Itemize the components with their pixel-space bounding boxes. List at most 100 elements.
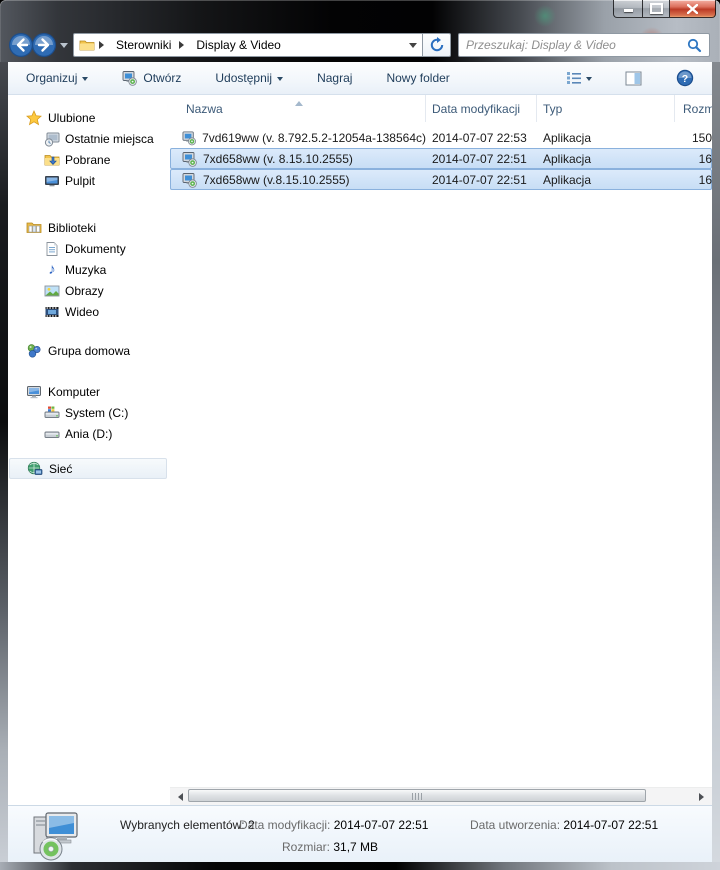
breadcrumb-arrow-icon bbox=[99, 41, 108, 49]
drive-icon bbox=[44, 426, 60, 442]
search-icon[interactable] bbox=[687, 38, 702, 53]
navigation-bar: Sterowniki Display & Video Przeszukaj: D… bbox=[8, 31, 714, 59]
file-row[interactable]: 7xd658ww (v. 8.15.10.2555) 2014-07-07 22… bbox=[170, 148, 712, 169]
explorer-window: Sterowniki Display & Video Przeszukaj: D… bbox=[0, 0, 720, 870]
modified-label: Data modyfikacji: bbox=[239, 818, 331, 832]
sidebar-label: Komputer bbox=[48, 384, 101, 399]
sidebar-item-desktop[interactable]: Pulpit bbox=[8, 170, 170, 191]
file-modified: 2014-07-07 22:51 bbox=[432, 151, 527, 166]
sidebar-label: Dokumenty bbox=[65, 241, 126, 256]
breadcrumb-arrow-icon bbox=[179, 41, 188, 49]
breadcrumb-item-sterowniki[interactable]: Sterowniki bbox=[112, 35, 175, 55]
sidebar-label: Pobrane bbox=[65, 152, 111, 167]
refresh-button[interactable] bbox=[423, 33, 451, 57]
refresh-icon bbox=[430, 37, 443, 52]
details-pane: Wybranych elementów: 2 Data modyfikacji:… bbox=[8, 805, 712, 862]
desktop-icon bbox=[44, 173, 60, 189]
file-list-empty-area[interactable] bbox=[170, 190, 712, 787]
file-modified: 2014-07-07 22:51 bbox=[432, 172, 527, 187]
sidebar-item-drive-d[interactable]: Ania (D:) bbox=[8, 423, 170, 444]
downloads-icon bbox=[44, 152, 60, 168]
sidebar-item-network[interactable]: Sieć bbox=[9, 458, 167, 479]
network-icon bbox=[27, 461, 43, 477]
file-size: 16 bbox=[698, 151, 712, 166]
file-name: 7xd658ww (v. 8.15.10.2555) bbox=[203, 151, 353, 166]
homegroup-icon bbox=[26, 343, 42, 359]
sidebar-label: Wideo bbox=[65, 304, 100, 319]
sidebar-item-drive-c[interactable]: System (C:) bbox=[8, 402, 170, 423]
address-bar[interactable]: Sterowniki Display & Video bbox=[73, 33, 423, 57]
created-label: Data utworzenia: bbox=[470, 818, 561, 832]
sidebar-label: Ulubione bbox=[48, 110, 96, 125]
help-button[interactable]: ? bbox=[670, 65, 700, 91]
organize-button[interactable]: Organizuj bbox=[20, 67, 94, 89]
open-button[interactable]: Otwórz bbox=[116, 66, 187, 90]
file-row[interactable]: 7xd658ww (v.8.15.10.2555) 2014-07-07 22:… bbox=[170, 169, 712, 190]
modified-value: 2014-07-07 22:51 bbox=[333, 818, 429, 832]
share-button[interactable]: Udostępnij bbox=[209, 67, 289, 89]
application-icon bbox=[122, 71, 138, 86]
column-header-modified[interactable]: Data modyfikacji bbox=[426, 95, 537, 122]
installer-app-icon bbox=[182, 172, 197, 188]
new-folder-label: Nowy folder bbox=[386, 71, 450, 85]
maximize-icon bbox=[649, 3, 663, 14]
window-controls bbox=[613, 0, 716, 18]
svg-text:?: ? bbox=[682, 73, 688, 85]
scroll-left-button[interactable] bbox=[170, 788, 187, 805]
preview-pane-icon bbox=[625, 71, 642, 85]
forward-button[interactable] bbox=[31, 32, 57, 58]
burn-button[interactable]: Nagraj bbox=[311, 67, 358, 89]
sidebar-item-videos[interactable]: Wideo bbox=[8, 301, 170, 322]
sidebar-item-music[interactable]: ♪ Muzyka bbox=[8, 259, 170, 280]
sidebar-item-pictures[interactable]: Obrazy bbox=[8, 280, 170, 301]
documents-icon bbox=[44, 241, 60, 257]
breadcrumb-item-display-video[interactable]: Display & Video bbox=[192, 35, 285, 55]
minimize-icon bbox=[623, 9, 633, 12]
star-icon bbox=[26, 109, 42, 126]
selected-items-icon bbox=[33, 812, 78, 861]
scroll-right-button[interactable] bbox=[695, 788, 712, 805]
sidebar-item-homegroup[interactable]: Grupa domowa bbox=[8, 340, 170, 361]
sidebar-item-libraries[interactable]: Biblioteki bbox=[8, 217, 170, 238]
chevron-down-icon bbox=[586, 76, 592, 84]
main-area: Ulubione Ostatnie miejsca Pobrane Pulpit… bbox=[8, 95, 712, 805]
sidebar-label: Grupa domowa bbox=[48, 343, 131, 358]
sidebar-label: Muzyka bbox=[65, 262, 107, 277]
minimize-button[interactable] bbox=[613, 0, 642, 18]
organize-label: Organizuj bbox=[26, 71, 78, 85]
maximize-button[interactable] bbox=[642, 0, 670, 18]
views-icon bbox=[567, 72, 581, 84]
search-box[interactable]: Przeszukaj: Display & Video bbox=[458, 33, 710, 57]
file-modified: 2014-07-07 22:53 bbox=[432, 130, 527, 145]
column-header-size[interactable]: Rozmiar bbox=[675, 95, 712, 122]
scrollbar-thumb[interactable] bbox=[188, 789, 646, 802]
file-name: 7xd658ww (v.8.15.10.2555) bbox=[203, 172, 350, 187]
scrollbar-track[interactable] bbox=[187, 788, 695, 805]
system-drive-icon bbox=[44, 405, 60, 421]
sidebar-label: Obrazy bbox=[65, 283, 104, 298]
chevron-down-icon bbox=[82, 76, 89, 84]
sidebar-item-computer[interactable]: Komputer bbox=[8, 381, 170, 402]
sidebar-item-favorites[interactable]: Ulubione bbox=[8, 107, 170, 128]
change-view-button[interactable] bbox=[561, 67, 597, 89]
sidebar-item-recent-places[interactable]: Ostatnie miejsca bbox=[8, 128, 170, 149]
file-type: Aplikacja bbox=[543, 172, 592, 187]
sidebar-item-downloads[interactable]: Pobrane bbox=[8, 149, 170, 170]
preview-pane-button[interactable] bbox=[619, 67, 648, 90]
file-row[interactable]: 7vd619ww (v. 8.792.5.2-12054a-138564c) 2… bbox=[170, 127, 712, 148]
recent-pages-dropdown[interactable] bbox=[60, 42, 68, 52]
column-header-type[interactable]: Typ bbox=[537, 95, 675, 122]
recent-places-icon bbox=[44, 131, 60, 147]
sidebar-item-documents[interactable]: Dokumenty bbox=[8, 238, 170, 259]
sidebar-label: Sieć bbox=[49, 461, 73, 476]
size-field: Rozmiar: 31,7 MB bbox=[282, 840, 378, 854]
folder-icon bbox=[79, 40, 95, 51]
address-dropdown-icon[interactable] bbox=[409, 43, 417, 52]
open-label: Otwórz bbox=[143, 71, 182, 85]
new-folder-button[interactable]: Nowy folder bbox=[380, 67, 455, 89]
sidebar-label: System (C:) bbox=[65, 405, 129, 420]
close-button[interactable] bbox=[670, 0, 716, 18]
arrow-left-icon bbox=[174, 792, 183, 801]
size-label: Rozmiar: bbox=[282, 840, 331, 854]
music-icon: ♪ bbox=[48, 260, 56, 278]
